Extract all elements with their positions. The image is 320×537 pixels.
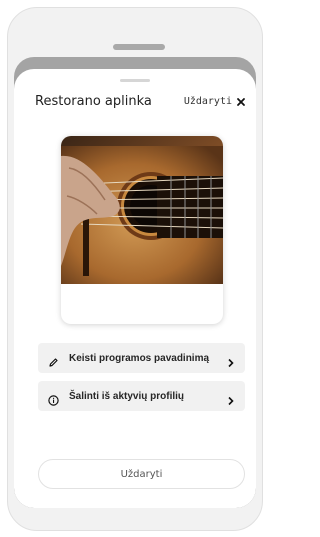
rename-program-item[interactable]: Keisti programos pavadinimą [38, 343, 245, 373]
close-button-bottom-label: Uždaryti [120, 468, 163, 480]
program-card [61, 136, 223, 324]
guitar-photo [61, 136, 223, 284]
close-icon [236, 97, 246, 107]
pencil-icon [48, 353, 59, 367]
info-circle-icon [48, 391, 59, 406]
sheet-drag-handle[interactable] [120, 79, 150, 82]
chevron-right-icon [227, 353, 235, 368]
rename-program-label: Keisti programos pavadinimą [69, 352, 210, 364]
sheet-title: Restorano aplinka [35, 94, 152, 109]
screen: Restorano aplinka Uždaryti Keisti progra… [14, 57, 256, 508]
remove-from-profiles-item[interactable]: Šalinti iš aktyvių profilių [38, 381, 245, 411]
bottom-sheet: Restorano aplinka Uždaryti Keisti progra… [14, 69, 256, 508]
phone-speaker [113, 44, 165, 50]
remove-from-profiles-label: Šalinti iš aktyvių profilių [69, 390, 185, 402]
close-button-bottom[interactable]: Uždaryti [38, 459, 245, 489]
chevron-right-icon [227, 391, 235, 406]
close-button-label: Uždaryti [183, 96, 232, 107]
close-button-top[interactable]: Uždaryti [184, 96, 246, 107]
